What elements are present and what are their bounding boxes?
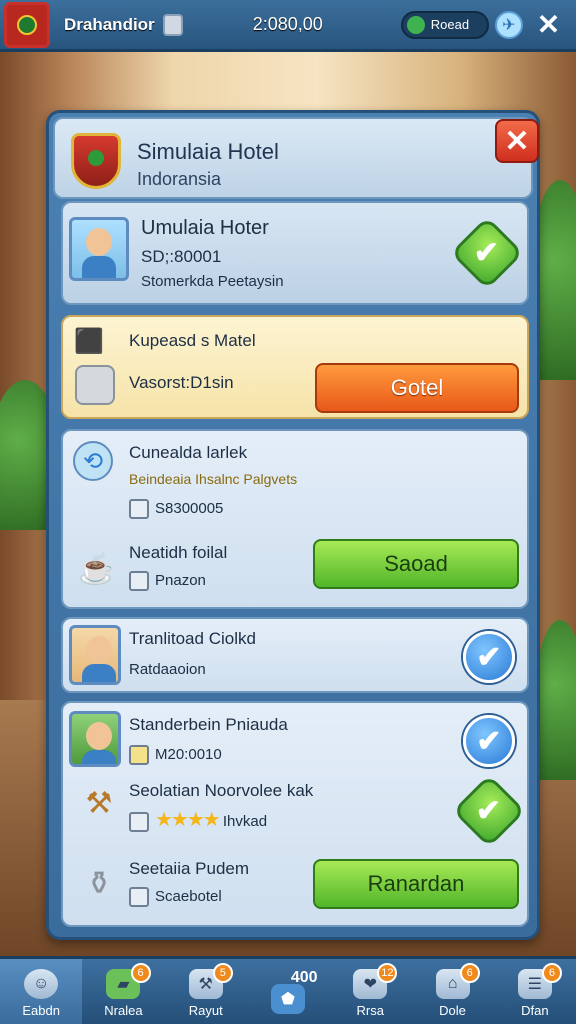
staff-avatar [69, 625, 121, 685]
nav-item-staff[interactable]: ⚒ 5 Rayut [165, 959, 247, 1024]
rating-badge-icon [129, 812, 149, 833]
task1-check-icon[interactable]: ✔ [463, 715, 515, 767]
profile-card: Umulaia Hoter SD;:80001 Stomerkda Peetay… [61, 201, 529, 305]
nav-extra: 400 [290, 969, 318, 986]
nav-label: Rrsa [356, 1003, 384, 1018]
staff-card: Tranlitoad Ciolkd Ratdaaoion ✔ [61, 617, 529, 693]
nav-item-tickets[interactable]: ▰ 6 Nralea [82, 959, 164, 1024]
task1-sub-text: M20:0010 [155, 745, 222, 763]
top-bar: Drahandior 2:080,00 Roead ✈ ✕ [0, 0, 576, 52]
close-panel-button[interactable]: ✕ [495, 119, 539, 163]
offer-title: Kupeasd s Matel [129, 331, 256, 350]
offer-subtitle: Vasorst:D1sin [129, 373, 234, 392]
staff-check-icon[interactable]: ✔ [463, 631, 515, 683]
service-value: S8300005 [129, 499, 223, 519]
nav-badge: 6 [130, 963, 151, 983]
service-title: Cunealda larlek [129, 443, 248, 462]
luggage-icon [75, 365, 115, 405]
task1-title: Standerbein Pniauda [129, 715, 288, 734]
mug-icon: ⚱ [85, 865, 113, 901]
item-title: Neatidh foilal [129, 543, 228, 562]
globe-icon [406, 15, 425, 34]
panel-subtitle: Indoransia [137, 169, 222, 189]
panel-title: Simulaia Hotel [137, 139, 279, 164]
hotel-panel: Simulaia Hotel Indoransia ✕ Umulaia Hote… [46, 110, 540, 940]
service-tag: Beindeaia Ihsalnc Palgvets [129, 471, 298, 487]
staff-subtitle: Ratdaaoion [129, 661, 206, 678]
plane-icon[interactable]: ✈ [494, 10, 523, 39]
task2-title: Seolatian Noorvolee kak [129, 781, 314, 800]
profile-id: SD;:80001 [141, 247, 222, 266]
service-card: ⟲ Cunealda larlek Beindeaia Ihsalnc Palg… [61, 429, 529, 609]
list-icon [129, 571, 149, 591]
task2-sub-text: Ihvkad [222, 813, 268, 830]
item-subtitle-text: Pnazon [155, 571, 206, 589]
nav-badge: 5 [212, 963, 233, 983]
nav-item-rooms[interactable]: ❤ 12 Rrsa [329, 959, 411, 1024]
compass-icon: ⟲ [73, 441, 113, 481]
task2-sub: ★★★★ Ihvkad [129, 807, 268, 833]
bottom-nav: ☺ Eabdn ▰ 6 Nralea ⚒ 5 Rayut ⬟ 400 ❤ 12 … [0, 956, 576, 1024]
nav-label: Dfan [521, 1003, 549, 1018]
task-avatar [69, 711, 121, 767]
save-button[interactable]: Saoad [313, 539, 519, 589]
money-display: 2:080,00 [252, 14, 323, 34]
nav-label: Dole [439, 1003, 466, 1018]
cup-icon: ☕ [78, 552, 116, 586]
close-icon[interactable]: ✕ [537, 8, 560, 41]
confirm-icon[interactable]: ✔ [450, 216, 524, 290]
chef-icon: ☺ [24, 969, 59, 999]
nav-label: Rayut [188, 1003, 223, 1018]
task1-sub: M20:0010 [129, 745, 222, 765]
service-value-text: S8300005 [155, 499, 224, 517]
nav-item-shop[interactable]: ⌂ 6 Dole [411, 959, 493, 1024]
status-pill-label: Roead [430, 17, 470, 32]
task3-button[interactable]: Ranardan [313, 859, 519, 909]
nav-label: Nralea [104, 1003, 143, 1018]
offer-button[interactable]: Gotel [315, 363, 519, 413]
plant-right-lower [535, 620, 576, 780]
player-name: Drahandior [64, 14, 155, 34]
nav-item-menu[interactable]: ☰ 6 Dfan [494, 959, 576, 1024]
nav-item-home[interactable]: ☺ Eabdn [0, 959, 83, 1024]
status-pill[interactable]: Roead [400, 10, 489, 39]
task2-check-icon[interactable]: ✔ [452, 774, 526, 848]
tasks-card: Standerbein Pniauda M20:0010 ✔ ⚒ Seolati… [61, 701, 529, 927]
clock-icon [129, 745, 149, 765]
panel-header: Simulaia Hotel Indoransia ✕ [53, 117, 539, 199]
nav-item-rank[interactable]: ⬟ 400 [247, 959, 329, 1024]
badge-icon [129, 499, 149, 519]
task3-sub: Scaebotel [129, 887, 222, 907]
nav-badge: 6 [541, 963, 562, 983]
dice-icon: ⬛ [74, 327, 104, 355]
broom-icon: ⚒ [85, 786, 113, 820]
profile-desc: Stomerkda Peetaysin [141, 273, 284, 290]
bag-icon[interactable] [162, 13, 183, 36]
item-subtitle: Pnazon [129, 571, 206, 591]
offer-card: ⬛ Kupeasd s Matel Vasorst:D1sin Gotel [61, 315, 529, 419]
nav-badge: 6 [459, 963, 480, 983]
emblem-icon[interactable] [4, 1, 50, 48]
avatar [69, 217, 129, 281]
shield-icon [71, 133, 121, 189]
profile-name: Umulaia Hoter [141, 217, 269, 239]
nav-label: Eabdn [22, 1003, 60, 1018]
nav-badge: 12 [377, 963, 398, 983]
task3-title: Seetaiia Pudem [129, 859, 250, 878]
shield-rank-icon: ⬟ [270, 984, 305, 1014]
staff-title: Tranlitoad Ciolkd [129, 629, 256, 648]
task3-badge-icon [129, 887, 149, 907]
task3-sub-text: Scaebotel [155, 887, 222, 905]
rating-stars-icon: ★★★★ [155, 809, 221, 831]
